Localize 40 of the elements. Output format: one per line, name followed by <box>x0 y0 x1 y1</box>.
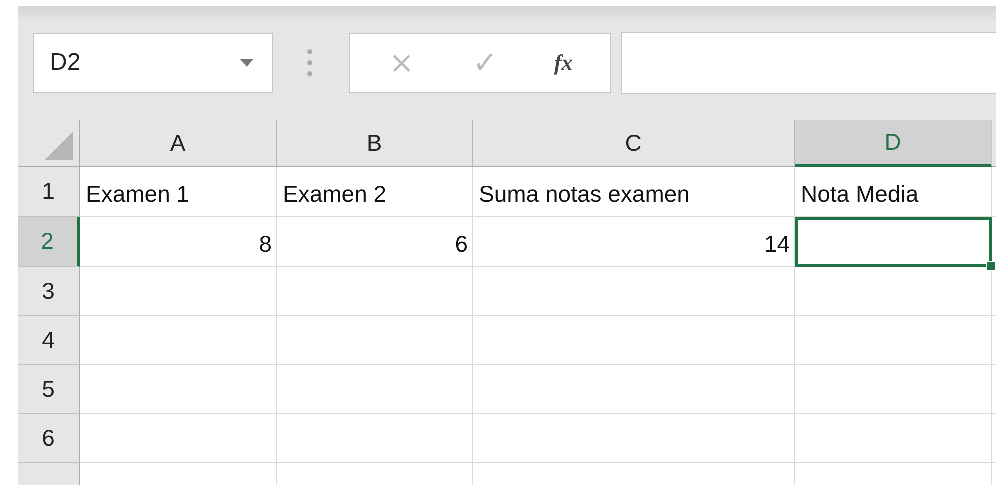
row-header[interactable]: 3 <box>18 267 80 316</box>
table-cell[interactable] <box>473 267 795 316</box>
row-header[interactable]: 2 <box>18 217 80 267</box>
row-header[interactable]: 5 <box>18 365 80 414</box>
triangle-icon <box>45 132 73 160</box>
table-cell[interactable] <box>473 414 795 463</box>
formula-field[interactable] <box>621 32 996 94</box>
table-cell[interactable] <box>473 365 795 414</box>
table-cell[interactable]: 8 <box>80 217 277 267</box>
table-cell[interactable]: 6 <box>277 217 473 267</box>
column-header[interactable]: C <box>473 120 795 167</box>
table-cell[interactable] <box>277 365 473 414</box>
table-cell[interactable] <box>277 414 473 463</box>
column-header[interactable]: D <box>795 120 992 167</box>
column-header[interactable]: B <box>277 120 473 167</box>
name-box[interactable]: D2 <box>33 33 273 93</box>
fill-handle[interactable] <box>986 261 996 271</box>
grip-icon <box>307 49 313 77</box>
table-cell[interactable] <box>277 316 473 365</box>
row-header[interactable]: 1 <box>18 167 80 217</box>
row-header[interactable]: 4 <box>18 316 80 365</box>
table-cell[interactable]: Nota Media <box>795 167 992 217</box>
table-cell[interactable] <box>473 316 795 365</box>
table-cell[interactable] <box>795 365 992 414</box>
table-cell[interactable] <box>277 267 473 316</box>
table-cell[interactable] <box>795 414 992 463</box>
table-cell[interactable] <box>80 414 277 463</box>
table-cell[interactable] <box>80 267 277 316</box>
select-all-button[interactable] <box>18 120 80 167</box>
caret-icon[interactable] <box>240 59 254 67</box>
table-cell[interactable] <box>80 365 277 414</box>
row-header[interactable]: 6 <box>18 414 80 463</box>
table-cell[interactable]: Examen 1 <box>80 167 277 217</box>
insert-function-button[interactable]: fx <box>548 50 579 76</box>
table-cell[interactable]: 14 <box>473 217 795 267</box>
table-cell[interactable]: Suma notas examen <box>473 167 795 217</box>
column-header[interactable]: A <box>80 120 277 167</box>
table-cell[interactable] <box>80 316 277 365</box>
table-cell[interactable] <box>795 316 992 365</box>
table-cell[interactable]: Examen 2 <box>277 167 473 217</box>
